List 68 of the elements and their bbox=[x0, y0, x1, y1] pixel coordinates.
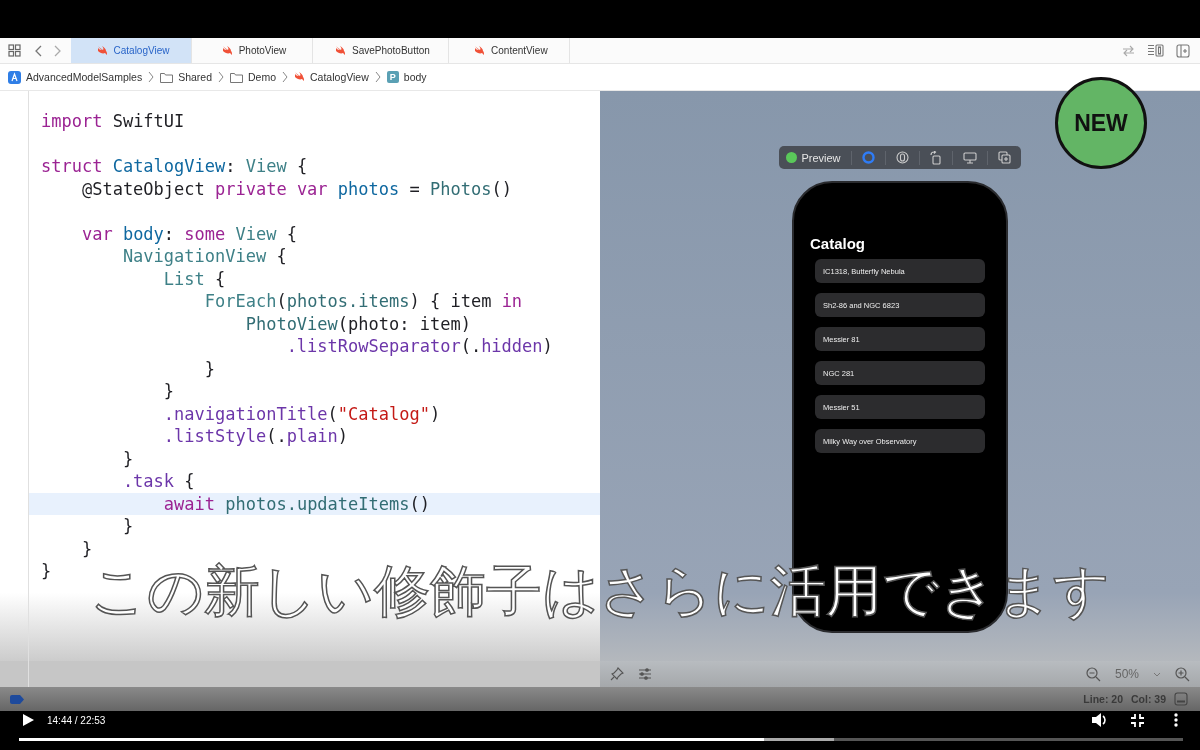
chevron-icon bbox=[218, 71, 224, 83]
zoom-in-icon[interactable] bbox=[1175, 666, 1190, 682]
code-line: .listRowSeparator(.hidden) bbox=[285, 335, 554, 358]
monitor-icon[interactable] bbox=[962, 151, 977, 164]
live-mode-icon[interactable] bbox=[861, 151, 875, 164]
file-tab[interactable]: ContentView bbox=[448, 38, 570, 63]
swift-icon bbox=[474, 45, 486, 56]
video-time: 14:44 / 22:53 bbox=[47, 714, 106, 726]
swift-icon bbox=[96, 45, 108, 56]
more-icon[interactable] bbox=[1174, 713, 1178, 727]
swift-icon bbox=[294, 72, 306, 82]
code-line: PhotoView(photo: item) bbox=[244, 312, 472, 335]
code-line: var body: some View { bbox=[80, 222, 298, 245]
file-tab[interactable]: CatalogView bbox=[71, 38, 192, 63]
duplicate-icon[interactable] bbox=[997, 151, 1011, 164]
code-line: ForEach(photos.items) { item in bbox=[203, 290, 524, 313]
code-line: import SwiftUI bbox=[40, 110, 186, 133]
swift-icon bbox=[335, 45, 346, 56]
code-line: NavigationView { bbox=[121, 245, 288, 268]
panel-toggle-icon[interactable] bbox=[1174, 692, 1188, 706]
code-line: .task { bbox=[121, 470, 196, 493]
folder-icon bbox=[160, 71, 174, 83]
code-line: } bbox=[121, 515, 135, 538]
settings-sliders-icon[interactable] bbox=[638, 668, 652, 680]
inspector-icon[interactable] bbox=[1176, 43, 1190, 58]
pin-icon[interactable] bbox=[610, 667, 624, 681]
tag-icon bbox=[10, 694, 24, 704]
code-line: } bbox=[203, 357, 216, 380]
chevron-down-icon[interactable] bbox=[1153, 671, 1161, 677]
screen-title: Catalog bbox=[810, 235, 865, 252]
chevron-icon bbox=[374, 71, 381, 83]
breadcrumb-item[interactable]: AdvancedModelSamples bbox=[26, 71, 143, 83]
progress-track[interactable] bbox=[19, 738, 1183, 741]
selectable-mode-icon[interactable] bbox=[895, 151, 909, 164]
preview-label[interactable]: Preview bbox=[786, 151, 841, 164]
code-line: } bbox=[80, 537, 94, 560]
exit-fullscreen-icon[interactable] bbox=[1131, 713, 1144, 727]
breadcrumb-item[interactable]: CatalogView bbox=[310, 71, 369, 83]
breadcrumb-item[interactable]: Demo bbox=[248, 71, 277, 83]
editor-layout-icon[interactable] bbox=[1147, 44, 1164, 57]
swift-icon bbox=[221, 45, 233, 56]
chevron-icon bbox=[282, 71, 289, 83]
volume-icon[interactable] bbox=[1092, 713, 1108, 727]
grid-icon[interactable] bbox=[8, 44, 21, 57]
breadcrumb-item[interactable]: body bbox=[403, 71, 427, 83]
code-line: .navigationTitle("Catalog") bbox=[162, 402, 442, 425]
file-tab[interactable]: PhotoView bbox=[192, 38, 313, 63]
file-tab[interactable]: SavePhotoButton bbox=[313, 38, 449, 63]
swap-arrows-icon[interactable] bbox=[1122, 44, 1135, 57]
back-icon[interactable] bbox=[35, 44, 42, 57]
code-line: .listStyle(.plain) bbox=[162, 425, 350, 448]
cursor-line: Line: 20 bbox=[1083, 693, 1123, 705]
breadcrumb-item[interactable]: Shared bbox=[178, 71, 212, 83]
code-line: List { bbox=[162, 267, 227, 290]
property-badge: P bbox=[386, 71, 399, 83]
code-line: } bbox=[162, 380, 176, 403]
chevron-icon bbox=[148, 71, 155, 83]
rotate-icon[interactable] bbox=[929, 150, 942, 165]
code-line: @StateObject private var photos = Photos() bbox=[80, 177, 513, 200]
app-icon bbox=[8, 70, 21, 84]
code-line: struct CatalogView: View { bbox=[40, 155, 309, 178]
zoom-out-icon[interactable] bbox=[1085, 666, 1101, 682]
forward-icon[interactable] bbox=[54, 44, 61, 57]
folder-icon bbox=[230, 71, 243, 83]
play-icon[interactable] bbox=[23, 714, 34, 726]
cursor-column: Col: 39 bbox=[1131, 693, 1166, 705]
code-line: } bbox=[40, 560, 53, 583]
code-line: } bbox=[121, 447, 135, 470]
